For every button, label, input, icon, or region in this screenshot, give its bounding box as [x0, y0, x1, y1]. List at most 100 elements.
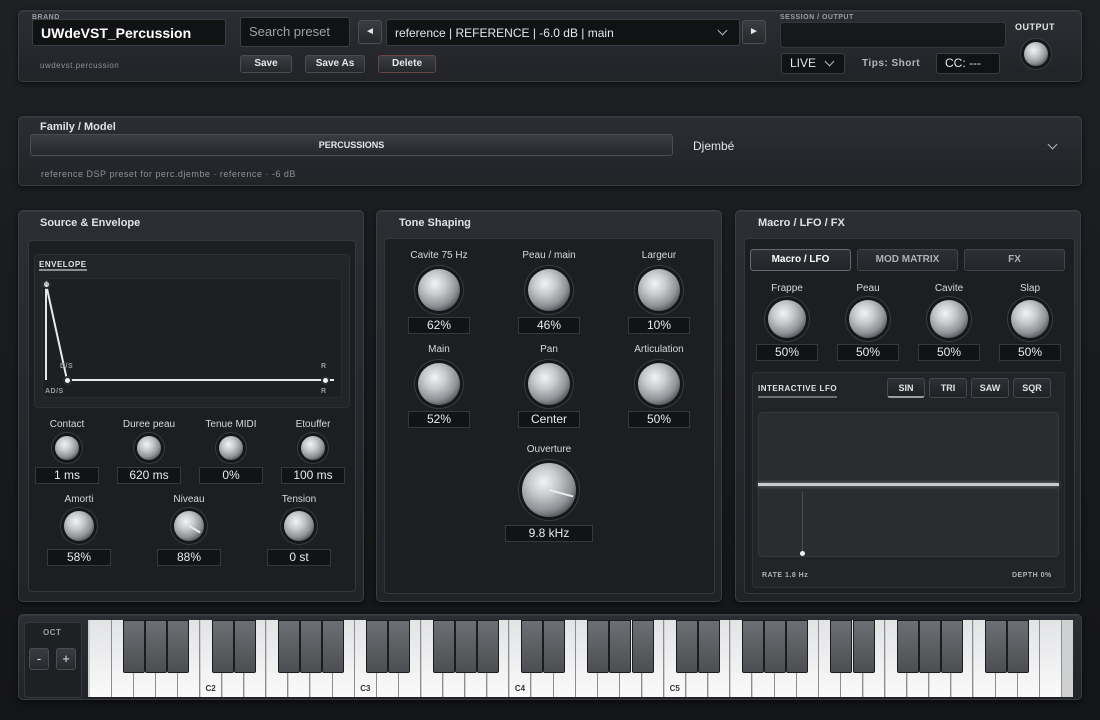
- largeur-knob[interactable]: [638, 269, 680, 311]
- peau-main-knob[interactable]: [528, 269, 570, 311]
- cavite-knob[interactable]: [418, 269, 460, 311]
- source-envelope-title: Source & Envelope: [40, 217, 141, 229]
- wave-saw-button[interactable]: SAW: [971, 378, 1009, 398]
- wave-sin-button[interactable]: SIN: [887, 378, 925, 398]
- etouffer-knob[interactable]: [301, 436, 325, 460]
- tab-fx[interactable]: FX: [964, 249, 1065, 271]
- amorti-knob[interactable]: [64, 511, 94, 541]
- black-key[interactable]: [123, 620, 146, 673]
- tips-toggle[interactable]: Tips: Short: [862, 58, 920, 69]
- env-label-ads: AD/S: [45, 388, 64, 395]
- tab-macro-lfo[interactable]: Macro / LFO: [750, 249, 851, 271]
- amorti-label: Amorti: [64, 494, 94, 505]
- white-key[interactable]: [1040, 620, 1062, 697]
- save-as-button[interactable]: Save As: [305, 55, 365, 73]
- save-button[interactable]: Save: [240, 55, 292, 73]
- duree-peau-value: 620 ms: [117, 467, 181, 484]
- contact-knob[interactable]: [55, 436, 79, 460]
- black-key[interactable]: [211, 620, 234, 673]
- tenue-midi-knob[interactable]: [219, 436, 243, 460]
- black-key[interactable]: [145, 620, 168, 673]
- preset-select[interactable]: reference | REFERENCE | -6.0 dB | main: [386, 19, 740, 46]
- duree-peau-knob[interactable]: [137, 436, 161, 460]
- lfo-phase-dot[interactable]: [800, 551, 805, 556]
- wave-tri-button[interactable]: TRI: [929, 378, 967, 398]
- env-label-r1: R: [321, 363, 327, 370]
- peau-main-value: 46%: [518, 317, 580, 334]
- black-key[interactable]: [277, 620, 300, 673]
- black-key[interactable]: [830, 620, 853, 673]
- largeur-label: Largeur: [641, 250, 677, 261]
- etouffer-label: Etouffer: [295, 419, 331, 430]
- black-key[interactable]: [631, 620, 654, 673]
- white-key[interactable]: [90, 620, 112, 697]
- black-key[interactable]: [1007, 620, 1030, 673]
- black-key[interactable]: [697, 620, 720, 673]
- etouffer-value: 100 ms: [281, 467, 345, 484]
- black-key[interactable]: [432, 620, 455, 673]
- main-knob[interactable]: [418, 363, 460, 405]
- wave-sqr-button[interactable]: SQR: [1013, 378, 1051, 398]
- niveau-label: Niveau: [173, 494, 205, 505]
- tab-mod-matrix[interactable]: MOD MATRIX: [857, 249, 958, 271]
- black-key[interactable]: [300, 620, 322, 673]
- black-key[interactable]: [521, 620, 543, 673]
- output-label: OUTPUT: [1013, 22, 1057, 32]
- prev-preset-button[interactable]: ◄: [358, 20, 382, 44]
- black-key[interactable]: [896, 620, 919, 673]
- env-label-ds: D/S: [60, 363, 74, 370]
- env-label-r2: R: [321, 388, 327, 395]
- black-key[interactable]: [167, 620, 190, 673]
- octave-up-button[interactable]: +: [56, 648, 76, 670]
- black-key[interactable]: [675, 620, 698, 673]
- black-key[interactable]: [852, 620, 875, 673]
- envelope-point-release[interactable]: [321, 376, 330, 385]
- chevron-down-icon: [717, 25, 728, 36]
- output-knob[interactable]: [1024, 42, 1048, 66]
- search-input[interactable]: Search preset: [240, 17, 350, 47]
- black-key[interactable]: [764, 620, 787, 673]
- family-title: Family / Model: [40, 121, 116, 133]
- lfo-rate: RATE 1.8 Hz: [762, 572, 809, 579]
- black-key[interactable]: [985, 620, 1008, 673]
- black-key[interactable]: [233, 620, 256, 673]
- black-key[interactable]: [366, 620, 389, 673]
- mode-select[interactable]: LIVE: [781, 53, 845, 74]
- category-selector[interactable]: PERCUSSIONS: [30, 134, 673, 156]
- peau-value: 50%: [837, 344, 899, 361]
- frappe-knob[interactable]: [768, 300, 806, 338]
- tension-knob[interactable]: [284, 511, 314, 541]
- envelope-graph: [42, 278, 342, 398]
- articulation-value: 50%: [628, 411, 690, 428]
- black-key[interactable]: [587, 620, 610, 673]
- octave-down-button[interactable]: -: [29, 648, 49, 670]
- lfo-depth: DEPTH 0%: [1012, 572, 1052, 579]
- black-key[interactable]: [609, 620, 632, 673]
- ouverture-value: 9.8 kHz: [505, 525, 593, 542]
- cavite-value: 62%: [408, 317, 470, 334]
- black-key[interactable]: [543, 620, 566, 673]
- brand-name: UWdeVST_Percussion: [32, 19, 226, 46]
- black-key[interactable]: [918, 620, 941, 673]
- slap-knob[interactable]: [1011, 300, 1049, 338]
- black-key[interactable]: [322, 620, 345, 673]
- black-key[interactable]: [742, 620, 764, 673]
- tone-shaping-title: Tone Shaping: [399, 217, 471, 229]
- peau-knob[interactable]: [849, 300, 887, 338]
- black-key[interactable]: [476, 620, 499, 673]
- black-key[interactable]: [940, 620, 963, 673]
- model-select[interactable]: Djembé: [684, 134, 1070, 158]
- model-value: Djembé: [693, 139, 735, 153]
- brand-id: uwdevst.percussion: [40, 61, 120, 70]
- articulation-knob[interactable]: [638, 363, 680, 405]
- cavite-macro-knob[interactable]: [930, 300, 968, 338]
- pan-knob[interactable]: [528, 363, 570, 405]
- articulation-label: Articulation: [634, 344, 684, 355]
- black-key[interactable]: [786, 620, 809, 673]
- next-preset-button[interactable]: ►: [742, 20, 766, 44]
- envelope-point-decay[interactable]: [63, 376, 72, 385]
- session-display: [780, 22, 1006, 48]
- black-key[interactable]: [454, 620, 477, 673]
- delete-button[interactable]: Delete: [378, 55, 436, 73]
- black-key[interactable]: [388, 620, 411, 673]
